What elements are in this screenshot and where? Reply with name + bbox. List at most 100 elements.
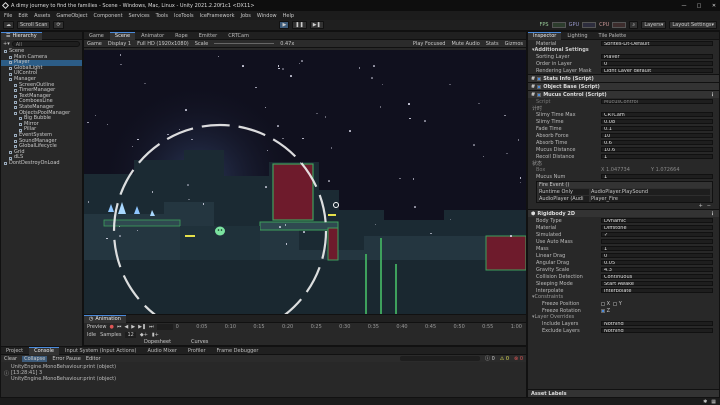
add-event-icon[interactable]: + xyxy=(699,203,703,209)
menu-item-gameobject[interactable]: GameObject xyxy=(56,13,87,19)
property-field[interactable]: 1 xyxy=(601,153,713,160)
event-function-dropdown[interactable]: AudioPlayer.PlaySound xyxy=(591,188,710,195)
console-search-input[interactable] xyxy=(399,356,480,361)
more-options-icon[interactable]: ⋮ xyxy=(710,92,715,98)
property-field[interactable]: 0.05 xyxy=(601,259,713,266)
component-stats-info[interactable]: # Stats Info (Script) xyxy=(528,74,719,82)
collapse-button[interactable]: Collapse xyxy=(22,355,48,362)
tab-hierarchy[interactable]: ☰ Hierarchy xyxy=(1,31,42,40)
component-mucus-control[interactable]: # Mucus Control (Script) ⋮ xyxy=(528,90,719,98)
add-icon[interactable]: +▾ xyxy=(3,41,10,47)
hierarchy-item[interactable]: DontDestroyOnLoad xyxy=(1,160,82,167)
console-tab-5[interactable]: Frame Debugger xyxy=(212,347,264,355)
menu-item-icetools[interactable]: IceTools xyxy=(174,13,194,19)
inspector-tab-2[interactable]: Tile Palette xyxy=(594,32,632,40)
scene-tab-4[interactable]: Emitter xyxy=(194,32,222,40)
menu-item-jobs[interactable]: Jobs xyxy=(241,13,251,19)
more-options-icon[interactable]: ⋮ xyxy=(710,211,715,217)
dopesheet-tab[interactable]: Dopesheet xyxy=(144,339,171,345)
freeze-rotation-z-checkbox[interactable] xyxy=(601,308,605,313)
freeze-position-y-checkbox[interactable] xyxy=(613,301,618,306)
menu-item-file[interactable]: File xyxy=(4,13,12,19)
layout-icon[interactable]: ▦ xyxy=(711,399,716,405)
curves-tab[interactable]: Curves xyxy=(191,339,208,345)
property-field[interactable]: 0.1 xyxy=(601,125,713,132)
menu-item-tools[interactable]: Tools xyxy=(156,13,168,19)
console-tab-0[interactable]: Project xyxy=(1,347,28,355)
order-in-layer-field[interactable]: 0 xyxy=(601,60,713,67)
pause-button[interactable]: ❚❚ xyxy=(292,21,307,29)
remove-event-icon[interactable]: − xyxy=(707,203,711,209)
first-key-icon[interactable]: ⏮ xyxy=(117,324,122,330)
anim-play-icon[interactable]: ▶ xyxy=(131,324,135,330)
scene-tab-1[interactable]: Scene xyxy=(109,31,136,40)
property-field[interactable]: ✓ xyxy=(601,231,713,238)
menu-item-window[interactable]: Window xyxy=(257,13,277,19)
property-field[interactable]: 0.6 xyxy=(601,139,713,146)
display-number-dropdown[interactable]: Display 1 xyxy=(108,41,131,47)
menu-item-help[interactable]: Help xyxy=(283,13,294,19)
minimize-icon[interactable]: — xyxy=(678,3,690,9)
clear-button[interactable]: Clear xyxy=(4,356,17,362)
prev-key-icon[interactable]: ◀ xyxy=(124,324,128,330)
component-enable-checkbox[interactable] xyxy=(537,76,542,81)
search-icon[interactable]: ⌕ xyxy=(629,21,639,29)
display-dropdown[interactable]: Game xyxy=(87,41,102,47)
property-field[interactable]: 0.08 xyxy=(601,118,713,125)
game-viewport[interactable] xyxy=(84,50,526,314)
property-field[interactable]: 0 xyxy=(601,252,713,259)
property-field[interactable]: Diffstone xyxy=(601,224,713,231)
close-icon[interactable]: ✕ xyxy=(708,3,720,9)
last-key-icon[interactable]: ⏭ xyxy=(149,324,154,330)
layout-dropdown[interactable]: Layout Settings ▾ xyxy=(669,21,718,29)
component-enable-checkbox[interactable] xyxy=(537,84,542,89)
layers-dropdown[interactable]: Layers ▾ xyxy=(641,21,667,29)
include-layers-dropdown[interactable]: Nothing xyxy=(601,320,713,327)
log-entry[interactable]: UnityEngine.MonoBehaviour:print (object) xyxy=(11,376,526,382)
add-keyframe-icon[interactable]: ◆+ xyxy=(140,332,148,338)
resolution-dropdown[interactable]: Full HD (1920x1080) xyxy=(137,41,189,47)
asset-labels-header[interactable]: Asset Labels xyxy=(528,389,719,397)
console-tab-4[interactable]: Profiler xyxy=(183,347,211,355)
inspector-tab-1[interactable]: Lighting xyxy=(562,32,592,40)
stats-toggle[interactable]: Stats xyxy=(486,41,499,47)
menu-item-services[interactable]: Services xyxy=(129,13,150,19)
property-field[interactable]: Interpolate xyxy=(601,287,713,294)
menu-item-edit[interactable]: Edit xyxy=(18,13,28,19)
scene-tab-0[interactable]: Game xyxy=(84,32,109,40)
event-mode-dropdown[interactable]: Runtime Only xyxy=(539,188,589,195)
event-argument-field[interactable]: Player_Fire xyxy=(591,195,710,202)
menu-item-iceframework[interactable]: IceFramework xyxy=(200,13,235,19)
console-tab-2[interactable]: Input System (Input Actions) xyxy=(60,347,141,355)
bug-icon[interactable]: ✱ xyxy=(703,399,707,405)
console-tab-1[interactable]: Console xyxy=(29,346,59,355)
play-mode-dropdown[interactable]: Play Focused xyxy=(413,41,446,47)
play-button[interactable]: ▶ xyxy=(279,21,290,29)
next-key-icon[interactable]: ▶❚ xyxy=(138,324,146,330)
mute-toggle[interactable]: Mute Audio xyxy=(451,41,479,47)
event-target-field[interactable]: AudioPlayer (Audi xyxy=(539,195,589,202)
property-field[interactable]: Continuous xyxy=(601,273,713,280)
property-field[interactable]: CRTCam xyxy=(601,111,713,118)
freeze-position-x-checkbox[interactable] xyxy=(601,301,605,306)
exclude-layers-dropdown[interactable]: Nothing xyxy=(601,327,713,334)
menu-item-assets[interactable]: Assets xyxy=(34,13,50,19)
editor-dropdown[interactable]: Editor xyxy=(86,356,101,362)
add-event-icon[interactable]: ▮+ xyxy=(152,332,159,338)
scene-tab-3[interactable]: Rope xyxy=(170,32,193,40)
menu-item-component[interactable]: Component xyxy=(94,13,123,19)
property-field[interactable]: Dynamic xyxy=(601,217,713,224)
scene-tab-5[interactable]: CRTCam xyxy=(223,32,254,40)
time-field[interactable] xyxy=(156,324,173,330)
preview-toggle[interactable]: Preview xyxy=(87,324,106,330)
maximize-icon[interactable]: □ xyxy=(693,3,705,9)
tab-animation[interactable]: ◷ Animation xyxy=(84,314,126,323)
material-field[interactable]: Sprites-Lit-Default xyxy=(601,40,713,47)
record-icon[interactable]: ● xyxy=(109,324,113,330)
property-field[interactable]: 10.6 xyxy=(601,146,713,153)
info-count-icon[interactable]: ⓘ 0 xyxy=(485,355,495,362)
error-count-icon[interactable]: ⊗ 0 xyxy=(514,356,523,362)
gizmos-toggle[interactable]: Gizmos xyxy=(505,41,523,47)
console-tab-3[interactable]: Audio Mixer xyxy=(142,347,181,355)
scale-slider[interactable] xyxy=(214,43,275,44)
